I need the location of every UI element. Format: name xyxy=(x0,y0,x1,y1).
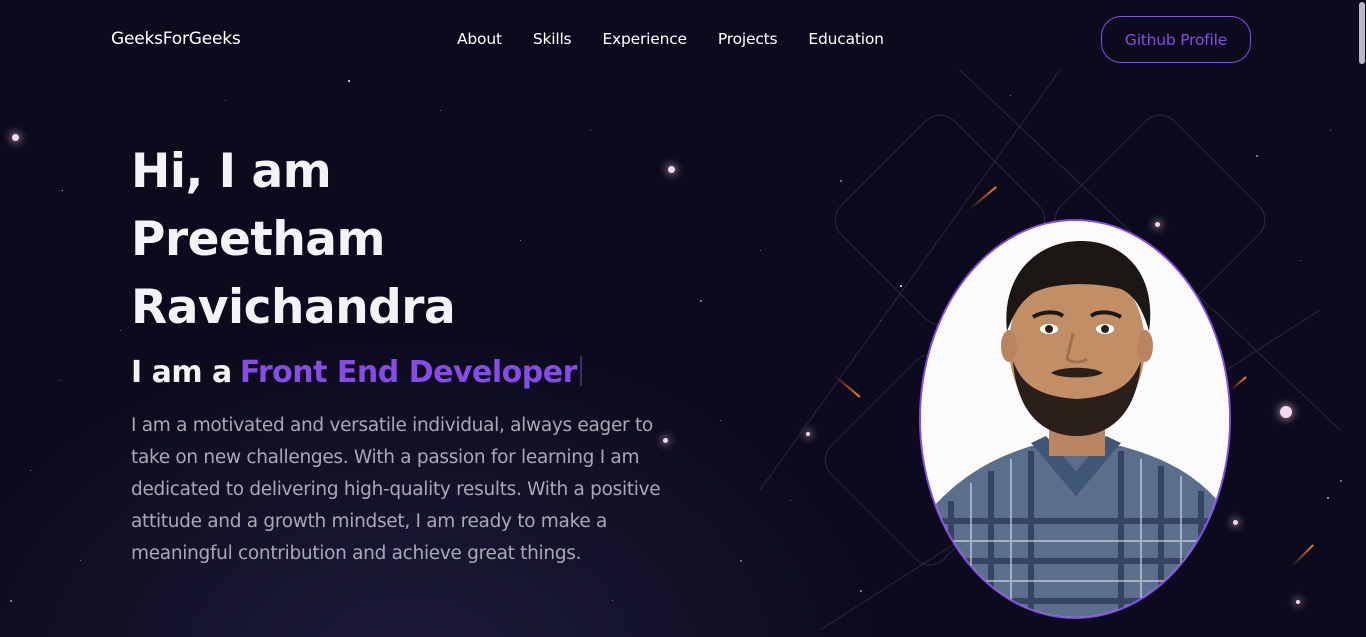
star xyxy=(880,320,881,321)
profile-photo xyxy=(919,219,1231,619)
star xyxy=(62,190,63,191)
star xyxy=(612,600,613,601)
site-logo[interactable]: GeeksForGeeks xyxy=(111,29,241,49)
star xyxy=(120,330,121,331)
star xyxy=(1256,155,1258,157)
star xyxy=(720,420,721,421)
nav-link-experience[interactable]: Experience xyxy=(602,30,687,48)
glow-orb xyxy=(668,166,675,173)
star xyxy=(1300,260,1301,261)
shooting-star xyxy=(1291,544,1314,567)
nav-link-projects[interactable]: Projects xyxy=(718,30,778,48)
star xyxy=(860,590,862,592)
star xyxy=(225,100,226,101)
star xyxy=(840,180,842,182)
star xyxy=(1327,497,1329,499)
star xyxy=(590,130,591,131)
glow-orb xyxy=(1233,520,1238,525)
star xyxy=(60,380,61,381)
star xyxy=(348,80,350,82)
portfolio-page: GeeksForGeeks About Skills Experience Pr… xyxy=(0,0,1366,637)
star xyxy=(740,560,742,562)
navbar: GeeksForGeeks About Skills Experience Pr… xyxy=(0,0,1366,80)
star xyxy=(700,300,702,302)
typewriter-cursor xyxy=(579,356,582,386)
nav-links: About Skills Experience Projects Educati… xyxy=(457,30,915,48)
glow-orb xyxy=(1280,406,1292,418)
profile-photo-illustration xyxy=(921,221,1229,617)
hero-title-line: Ravichandra xyxy=(131,280,456,335)
hero-title: Hi, I am Preetham Ravichandra xyxy=(131,138,651,342)
star xyxy=(80,560,81,561)
star xyxy=(30,470,31,471)
shooting-star xyxy=(969,186,997,210)
nav-link-about[interactable]: About xyxy=(457,30,502,48)
glow-orb xyxy=(1155,222,1160,227)
star xyxy=(900,285,902,287)
star xyxy=(1010,95,1011,96)
glow-orb xyxy=(1296,600,1300,604)
hero-title-line: Hi, I am xyxy=(131,144,332,199)
star xyxy=(1340,480,1342,482)
nav-link-education[interactable]: Education xyxy=(808,30,884,48)
star xyxy=(790,500,791,501)
star xyxy=(760,250,761,251)
subtitle-prefix: I am a xyxy=(131,355,232,390)
typewriter-role: Front End Developer xyxy=(239,355,578,390)
nav-link-skills[interactable]: Skills xyxy=(533,30,572,48)
scrollbar-thumb[interactable] xyxy=(1359,2,1365,64)
page-scrollbar[interactable] xyxy=(1358,0,1366,637)
star xyxy=(440,110,441,111)
glow-orb xyxy=(806,432,810,436)
shooting-star xyxy=(1230,376,1247,391)
star xyxy=(10,600,12,602)
hero-title-line: Preetham xyxy=(131,212,386,267)
star xyxy=(1330,130,1331,131)
glow-orb xyxy=(12,134,19,141)
hero-subtitle: I am a Front End Developer xyxy=(131,355,582,390)
github-profile-button[interactable]: Github Profile xyxy=(1101,16,1251,63)
hero-description: I am a motivated and versatile individua… xyxy=(131,415,661,564)
shooting-star xyxy=(833,374,861,398)
